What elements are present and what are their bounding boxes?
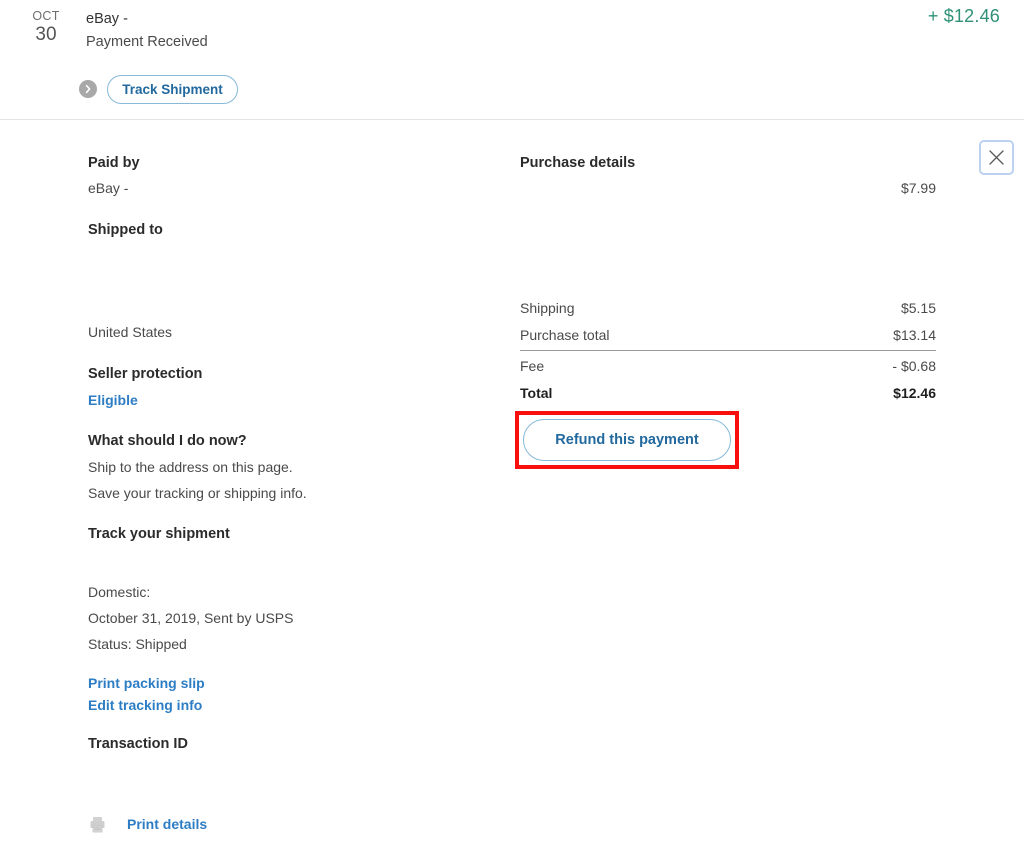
date-month: OCT	[32, 9, 60, 23]
totals-divider	[520, 350, 936, 351]
transaction-id-value	[88, 759, 388, 779]
printer-icon	[88, 815, 107, 834]
shipped-to-address-line3	[88, 293, 448, 313]
shipping-label: Shipping	[520, 300, 575, 316]
purchase-details-heading: Purchase details	[520, 155, 636, 171]
transaction-header: OCT 30 eBay - Payment Received + $12.46 …	[0, 0, 1024, 120]
purchase-item-row: $7.99	[520, 178, 936, 198]
transaction-id-heading: Transaction ID	[88, 736, 188, 752]
fee-row: Fee - $0.68	[520, 356, 936, 376]
what-should-i-do-line-2: Save your tracking or shipping info.	[88, 485, 307, 501]
what-should-i-do-heading: What should I do now?	[88, 433, 247, 449]
transaction-amount: + $12.46	[927, 6, 1000, 26]
date-day: 30	[35, 24, 57, 45]
refund-this-payment-button[interactable]: Refund this payment	[523, 419, 731, 461]
purchase-total-label: Purchase total	[520, 327, 610, 343]
edit-tracking-info-link[interactable]: Edit tracking info	[88, 695, 202, 715]
shipped-to-address	[88, 245, 448, 265]
total-row: Total $12.46	[520, 383, 936, 403]
chevron-right-icon[interactable]	[79, 80, 97, 98]
refund-button-area: Refund this payment	[515, 411, 739, 469]
fee-label: Fee	[520, 358, 545, 374]
shipped-to-country: United States	[88, 324, 173, 340]
shipping-value: $5.15	[900, 300, 936, 316]
paid-by-heading: Paid by	[88, 155, 140, 171]
seller-protection-status-link[interactable]: Eligible	[88, 390, 138, 410]
close-icon[interactable]	[979, 140, 1014, 175]
transaction-date: OCT 30	[18, 8, 74, 46]
transaction-detail-panel: Paid by eBay - Shipped to United States …	[0, 121, 1024, 865]
shipping-row: Shipping $5.15	[520, 298, 936, 318]
shipped-to-heading: Shipped to	[88, 222, 163, 238]
print-packing-slip-link[interactable]: Print packing slip	[88, 673, 205, 693]
paid-by-value: eBay -	[88, 180, 129, 196]
shipped-to-address-line2	[88, 269, 448, 289]
total-value: $12.46	[893, 385, 936, 401]
print-details-link[interactable]: Print details	[127, 814, 207, 834]
tracking-domestic-label: Domestic:	[88, 584, 151, 600]
purchase-total-row: Purchase total $13.14	[520, 325, 936, 345]
purchase-total-value: $13.14	[893, 327, 936, 343]
purchase-item-price: $7.99	[900, 180, 936, 196]
transaction-summary: eBay - Payment Received	[86, 9, 208, 52]
tracking-ship-date: October 31, 2019, Sent by USPS	[88, 610, 294, 626]
total-label: Total	[520, 385, 553, 401]
print-details-row[interactable]: Print details	[88, 814, 207, 834]
seller-protection-heading: Seller protection	[88, 366, 203, 382]
track-shipment-button[interactable]: Track Shipment	[107, 75, 238, 104]
tracking-status: Status: Shipped	[88, 636, 187, 652]
merchant-name: eBay -	[86, 11, 128, 27]
track-shipment-heading: Track your shipment	[88, 526, 230, 542]
what-should-i-do-line-1: Ship to the address on this page.	[88, 459, 293, 475]
fee-value: - $0.68	[892, 358, 936, 374]
transaction-status: Payment Received	[86, 34, 208, 50]
